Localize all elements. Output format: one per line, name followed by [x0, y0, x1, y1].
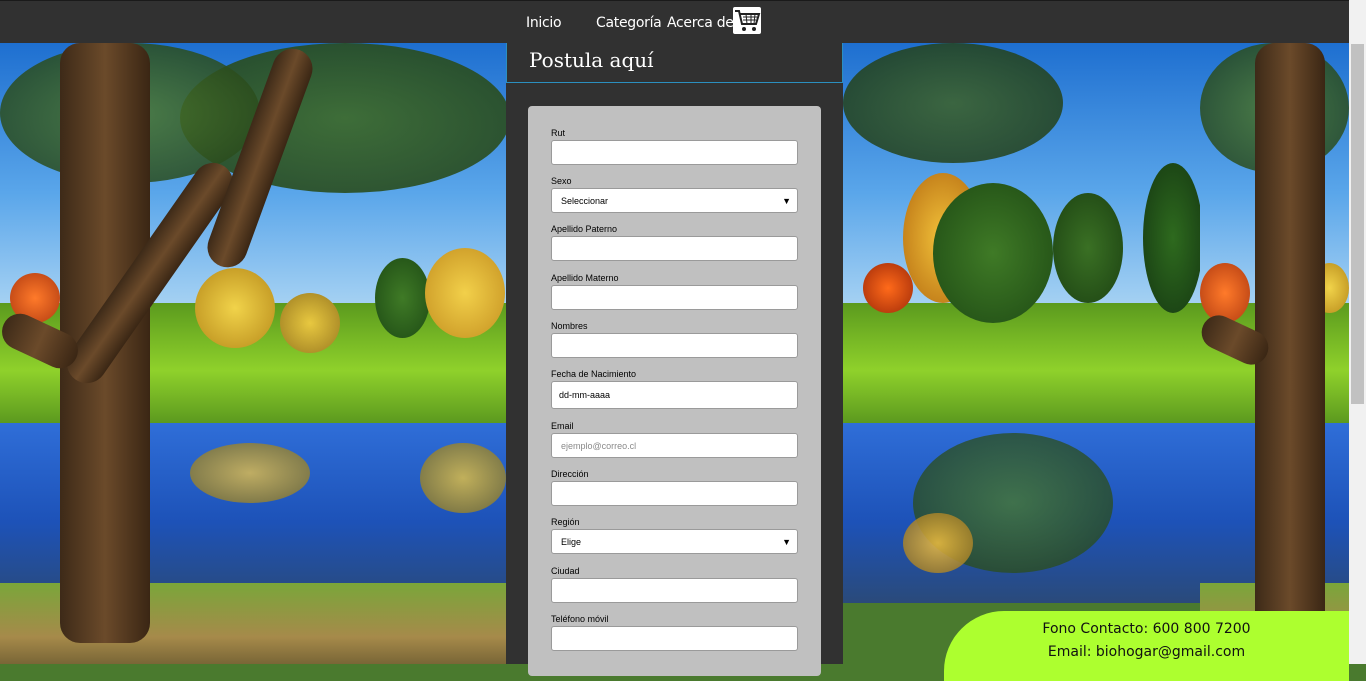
dropdown-arrow-icon: ▼ [782, 537, 791, 547]
region-select-value: Elige [561, 536, 582, 547]
label-email: Email [551, 421, 574, 431]
scrollbar-thumb[interactable] [1351, 44, 1364, 404]
page-scrollbar[interactable] [1349, 0, 1366, 664]
rut-input[interactable] [551, 140, 798, 165]
contact-email[interactable]: Email: biohogar@gmail.com [944, 644, 1349, 660]
label-apellido-paterno: Apellido Paterno [551, 224, 618, 234]
dropdown-arrow-icon: ▼ [782, 196, 791, 206]
nav-link-acerca-de[interactable]: Acerca de [667, 15, 734, 31]
background-landscape-right [1200, 43, 1349, 664]
shopping-cart-icon[interactable] [733, 7, 761, 34]
label-apellido-materno: Apellido Materno [551, 273, 619, 283]
nav-link-inicio[interactable]: Inicio [526, 15, 562, 31]
nav-link-categoria[interactable]: Categoría [596, 15, 662, 31]
label-ciudad: Ciudad [551, 566, 580, 576]
sexo-select-value: Seleccionar [561, 195, 609, 206]
title-bar: Postula aquí [506, 43, 843, 83]
contact-phone: Fono Contacto: 600 800 7200 [1042, 621, 1251, 637]
label-fecha-nacimiento: Fecha de Nacimiento [551, 369, 637, 379]
sexo-select[interactable]: Seleccionar ▼ [551, 188, 798, 213]
application-form: Rut Sexo Seleccionar ▼ Apellido Paterno … [528, 106, 821, 676]
label-region: Región [551, 517, 580, 527]
background-landscape-middle [843, 43, 1200, 664]
background-landscape-left [0, 43, 506, 664]
page-title: Postula aquí [529, 48, 654, 72]
telefono-movil-input[interactable] [551, 626, 798, 651]
label-telefono-movil: Teléfono móvil [551, 614, 609, 624]
contact-footer: Fono Contacto: 600 800 7200 Email: bioho… [944, 611, 1349, 681]
ciudad-input[interactable] [551, 578, 798, 603]
top-navigation-bar: Inicio Categoría Acerca de [0, 0, 1366, 43]
direccion-input[interactable] [551, 481, 798, 506]
region-select[interactable]: Elige ▼ [551, 529, 798, 554]
apellido-paterno-input[interactable] [551, 236, 798, 261]
label-sexo: Sexo [551, 176, 572, 186]
label-nombres: Nombres [551, 321, 588, 331]
application-panel: Postula aquí Rut Sexo Seleccionar ▼ Apel… [506, 43, 843, 676]
email-field[interactable]: ejemplo@correo.cl [551, 433, 798, 458]
nombres-input[interactable] [551, 333, 798, 358]
label-rut: Rut [551, 128, 566, 138]
label-direccion: Dirección [551, 469, 589, 479]
apellido-materno-input[interactable] [551, 285, 798, 310]
fecha-nacimiento-input[interactable]: dd-mm-aaaa [551, 381, 798, 409]
